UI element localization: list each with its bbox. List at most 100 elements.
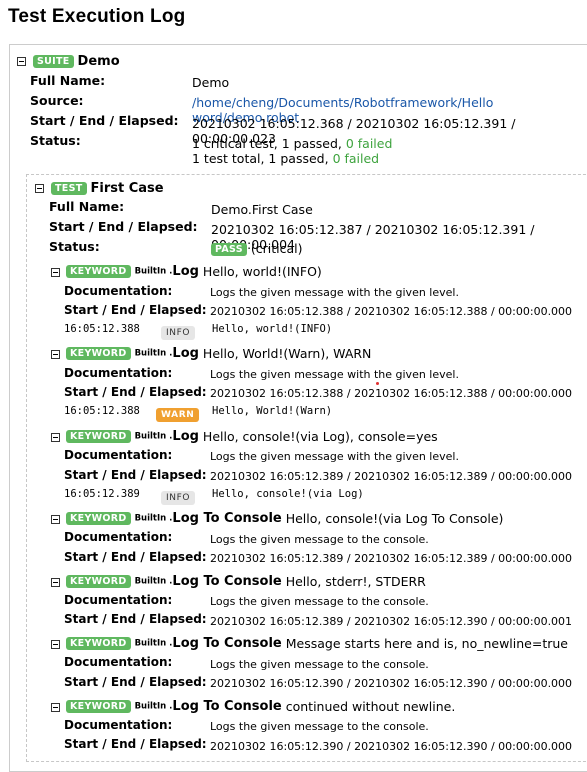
collapse-keyword-toggle-icon[interactable] bbox=[51, 350, 60, 359]
info-level-badge: INFO bbox=[161, 490, 196, 505]
keyword-header[interactable]: KEYWORD BuiltIn .Log To Console Hello, c… bbox=[66, 510, 503, 526]
keyword-times: 20210302 16:05:12.388 / 20210302 16:05:1… bbox=[210, 387, 573, 400]
suite-status-critical: 1 critical test, 1 passed, bbox=[192, 136, 346, 151]
message-text: Hello, World!(Warn) bbox=[212, 405, 333, 417]
keyword-header[interactable]: KEYWORD BuiltIn .Log To Console Message … bbox=[66, 635, 568, 651]
keyword-doc: Logs the given message with the given le… bbox=[210, 450, 459, 463]
suite-header[interactable]: SUITE Demo bbox=[33, 53, 120, 69]
keyword-name: Log bbox=[172, 429, 199, 444]
keyword-args: continued without newline. bbox=[285, 699, 456, 714]
keyword-name: Log To Console bbox=[172, 636, 282, 651]
message-text: Hello, world!(INFO) bbox=[212, 323, 333, 335]
message-time: 16:05:12.388 bbox=[64, 323, 140, 335]
keyword-badge: KEYWORD bbox=[66, 347, 131, 360]
keyword-doc-label: Documentation: bbox=[64, 593, 173, 607]
pass-badge: PASS bbox=[211, 243, 247, 256]
test-times-label: Start / End / Elapsed: bbox=[49, 219, 198, 234]
collapse-keyword-toggle-icon[interactable] bbox=[51, 578, 60, 587]
collapse-suite-toggle-icon[interactable] bbox=[17, 57, 26, 66]
message-time: 16:05:12.389 bbox=[64, 488, 140, 500]
test-header[interactable]: TEST First Case bbox=[51, 180, 164, 196]
suite-name: Demo bbox=[77, 54, 120, 69]
keyword-header[interactable]: KEYWORD BuiltIn .Log To Console Hello, s… bbox=[66, 573, 426, 589]
keyword-times: 20210302 16:05:12.390 / 20210302 16:05:1… bbox=[210, 677, 573, 690]
collapse-keyword-toggle-icon[interactable] bbox=[51, 703, 60, 712]
keyword-header[interactable]: KEYWORD BuiltIn .Log Hello, world!(INFO) bbox=[66, 263, 322, 279]
keyword-doc: Logs the given message with the given le… bbox=[210, 368, 459, 381]
keyword-doc-label: Documentation: bbox=[64, 655, 173, 669]
test-badge: TEST bbox=[51, 182, 87, 195]
keyword-args: Hello, console!(via Log), console=yes bbox=[202, 429, 438, 444]
test-status-note: (critical) bbox=[250, 241, 303, 256]
keyword-badge: KEYWORD bbox=[66, 575, 131, 588]
collapse-keyword-toggle-icon[interactable] bbox=[51, 433, 60, 442]
collapse-keyword-toggle-icon[interactable] bbox=[51, 515, 60, 524]
keyword-doc: Logs the given message to the console. bbox=[210, 533, 429, 546]
keyword-times: 20210302 16:05:12.388 / 20210302 16:05:1… bbox=[210, 305, 573, 318]
keyword-library: BuiltIn . bbox=[134, 266, 173, 277]
test-status-label: Status: bbox=[49, 239, 100, 254]
warn-level-badge: WARN bbox=[156, 407, 200, 422]
keyword-doc-label: Documentation: bbox=[64, 366, 173, 380]
suite-times-label: Start / End / Elapsed: bbox=[30, 113, 179, 128]
keyword-library: BuiltIn . bbox=[134, 638, 173, 649]
keyword-badge: KEYWORD bbox=[66, 700, 131, 713]
keyword-library: BuiltIn . bbox=[134, 576, 173, 587]
keyword-doc: Logs the given message to the console. bbox=[210, 720, 429, 733]
keyword-library: BuiltIn . bbox=[134, 431, 173, 442]
keyword-doc: Logs the given message with the given le… bbox=[210, 286, 459, 299]
keyword-args: Hello, console!(via Log To Console) bbox=[285, 511, 504, 526]
message-time: 16:05:12.388 bbox=[64, 405, 140, 417]
suite-badge: SUITE bbox=[33, 55, 74, 68]
keyword-doc-label: Documentation: bbox=[64, 718, 173, 732]
keyword-name: Log To Console bbox=[172, 574, 282, 589]
keyword-times: 20210302 16:05:12.390 / 20210302 16:05:1… bbox=[210, 740, 573, 753]
keyword-library: BuiltIn . bbox=[134, 513, 173, 524]
suite-status-critical-failed: 0 failed bbox=[345, 136, 393, 151]
suite-status-total: 1 test total, 1 passed, bbox=[192, 151, 333, 166]
suite-status-line-1: 1 critical test, 1 passed, 0 failed bbox=[192, 136, 392, 151]
keyword-doc: Logs the given message to the console. bbox=[210, 658, 429, 671]
test-full-name: Demo.First Case bbox=[211, 202, 313, 217]
keyword-args: Message starts here and is, no_newline=t… bbox=[285, 636, 568, 651]
keyword-args: Hello, world!(INFO) bbox=[202, 264, 322, 279]
keyword-times-label: Start / End / Elapsed: bbox=[64, 612, 207, 626]
keyword-times-label: Start / End / Elapsed: bbox=[64, 550, 207, 564]
test-name: First Case bbox=[90, 181, 164, 196]
keyword-times-label: Start / End / Elapsed: bbox=[64, 303, 207, 317]
keyword-args: Hello, stderr!, STDERR bbox=[285, 574, 426, 589]
collapse-keyword-toggle-icon[interactable] bbox=[51, 640, 60, 649]
keyword-times-label: Start / End / Elapsed: bbox=[64, 675, 207, 689]
keyword-badge: KEYWORD bbox=[66, 512, 131, 525]
message-text: Hello, console!(via Log) bbox=[212, 488, 364, 500]
keyword-header[interactable]: KEYWORD BuiltIn .Log To Console continue… bbox=[66, 698, 455, 714]
keyword-times: 20210302 16:05:12.389 / 20210302 16:05:1… bbox=[210, 470, 573, 483]
keyword-name: Log bbox=[172, 264, 199, 279]
test-full-name-label: Full Name: bbox=[49, 199, 125, 214]
suite-status-label: Status: bbox=[30, 133, 81, 148]
page-title: Test Execution Log bbox=[8, 6, 186, 27]
keyword-name: Log To Console bbox=[172, 699, 282, 714]
keyword-header[interactable]: KEYWORD BuiltIn .Log Hello, console!(via… bbox=[66, 428, 438, 444]
keyword-badge: KEYWORD bbox=[66, 637, 131, 650]
keyword-header[interactable]: KEYWORD BuiltIn .Log Hello, World!(Warn)… bbox=[66, 345, 371, 361]
keyword-times-label: Start / End / Elapsed: bbox=[64, 385, 207, 399]
keyword-badge: KEYWORD bbox=[66, 265, 131, 278]
keyword-doc: Logs the given message to the console. bbox=[210, 595, 429, 608]
info-level-badge: INFO bbox=[161, 325, 196, 340]
keyword-times-label: Start / End / Elapsed: bbox=[64, 737, 207, 751]
keyword-times: 20210302 16:05:12.389 / 20210302 16:05:1… bbox=[210, 615, 573, 628]
collapse-keyword-toggle-icon[interactable] bbox=[51, 268, 60, 277]
suite-source-label: Source: bbox=[30, 93, 84, 108]
keyword-doc-label: Documentation: bbox=[64, 284, 173, 298]
collapse-test-toggle-icon[interactable] bbox=[35, 184, 44, 193]
keyword-doc-label: Documentation: bbox=[64, 448, 173, 462]
keyword-name: Log bbox=[172, 346, 199, 361]
red-dot-marker bbox=[376, 382, 379, 385]
suite-full-name: Demo bbox=[192, 75, 230, 90]
keyword-library: BuiltIn . bbox=[134, 348, 173, 359]
keyword-library: BuiltIn . bbox=[134, 701, 173, 712]
test-status: PASS (critical) bbox=[211, 241, 303, 256]
suite-status-total-failed: 0 failed bbox=[332, 151, 380, 166]
keyword-badge: KEYWORD bbox=[66, 430, 131, 443]
